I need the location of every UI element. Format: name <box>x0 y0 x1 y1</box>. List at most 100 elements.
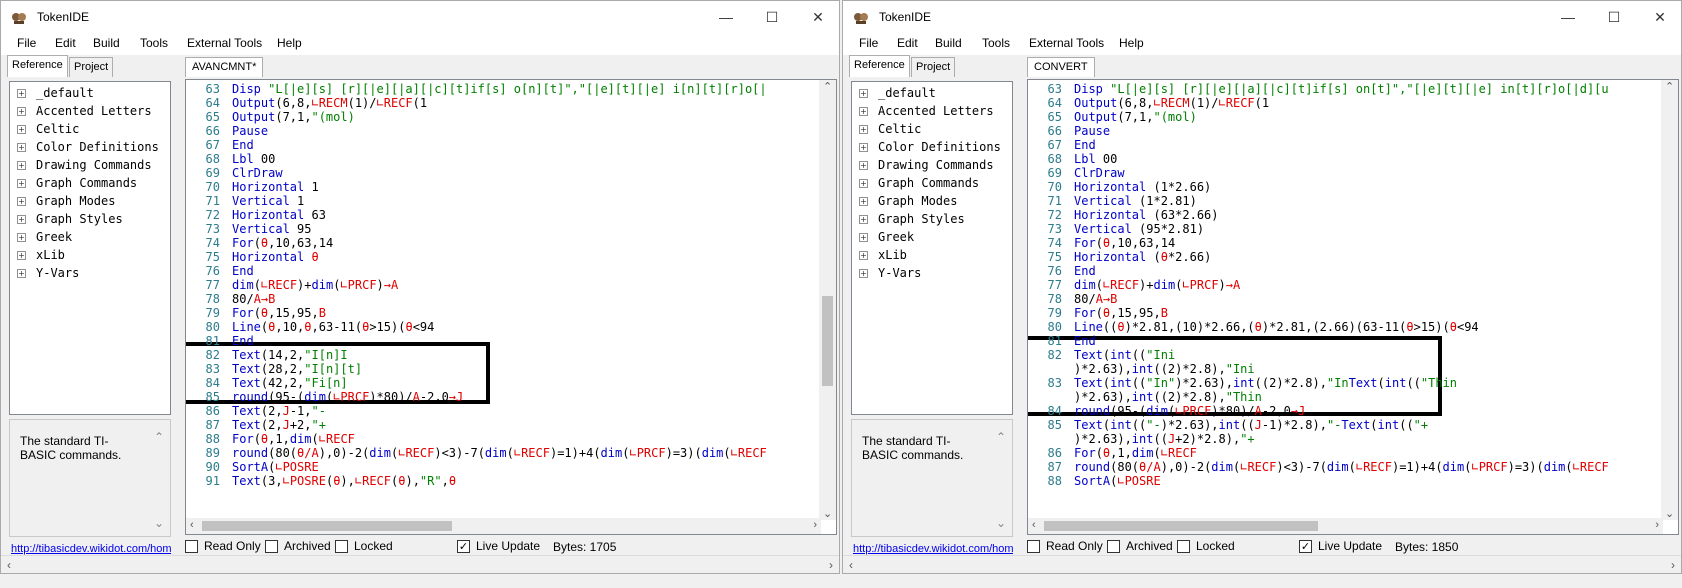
code-line[interactable]: Pause <box>1074 124 1110 138</box>
reference-link[interactable]: http://tibasicdev.wikidot.com/home <box>11 543 171 555</box>
expand-icon[interactable]: + <box>17 143 26 152</box>
menu-build[interactable]: Build <box>935 36 962 50</box>
horizontal-scrollbar[interactable]: ‹ › <box>1028 518 1663 534</box>
scroll-down-icon[interactable]: ⌄ <box>154 516 164 530</box>
code-line[interactable]: Text(int(("-)*2.63),int((J-1)*2.8),"-Tex… <box>1074 418 1428 432</box>
menu-help[interactable]: Help <box>1119 36 1144 50</box>
code-line[interactable]: Output(7,1,"(mol) <box>232 110 355 124</box>
expand-icon[interactable]: + <box>17 233 26 242</box>
reference-link[interactable]: http://tibasicdev.wikidot.com/home <box>853 543 1013 555</box>
expand-icon[interactable]: + <box>17 125 26 134</box>
code-line[interactable]: Text(int(("In")*2.63),int((2)*2.8),"InTe… <box>1074 376 1457 390</box>
code-line[interactable]: Output(6,8,∟RECM(1)/∟RECF(1 <box>1074 96 1269 110</box>
locked-checkbox[interactable]: Locked <box>335 539 393 553</box>
archived-checkbox[interactable]: Archived <box>265 539 331 553</box>
scroll-right-icon[interactable]: › <box>1655 519 1659 531</box>
code-line[interactable]: Horizontal (63*2.66) <box>1074 208 1219 222</box>
expand-icon[interactable]: + <box>859 161 868 170</box>
title-bar[interactable]: TokenIDE — ☐ ✕ <box>1 1 839 33</box>
code-line[interactable]: )*2.63),int((2)*2.8),"Ini <box>1074 362 1255 376</box>
tab-reference[interactable]: Reference <box>7 55 68 77</box>
code-line[interactable]: For(θ,1,dim(∟RECF <box>1074 446 1197 460</box>
expand-icon[interactable]: + <box>17 89 26 98</box>
read-only-checkbox[interactable]: Read Only <box>185 539 261 553</box>
code-line[interactable]: )*2.63),int((J+2)*2.8),"+ <box>1074 432 1255 446</box>
editor-tab[interactable]: CONVERT <box>1027 57 1095 77</box>
scroll-down-icon[interactable]: ⌄ <box>996 516 1006 530</box>
scroll-down-icon[interactable]: ⌄ <box>823 507 832 520</box>
scroll-left-icon[interactable]: ‹ <box>190 519 194 531</box>
code-line[interactable]: round(80(θ/A),0)-2(dim(∟RECF)<3)-7(dim(∟… <box>1074 460 1609 474</box>
maximize-button[interactable]: ☐ <box>749 1 795 33</box>
code-line[interactable]: For(θ,1,dim(∟RECF <box>232 432 355 446</box>
code-editor[interactable]: ⌃ ⌄ ‹ › 63 Disp "L[|e][s] [r][|e][|a][|c]… <box>1027 79 1679 535</box>
code-line[interactable]: For(θ,10,63,14 <box>1074 236 1175 250</box>
live-update-checkbox[interactable]: ✓ Live Update <box>1299 539 1382 553</box>
window-bottom-scrollbar[interactable]: ‹ › <box>1 555 839 573</box>
code-line[interactable]: Text(2,J-1,"- <box>232 404 326 418</box>
code-line[interactable]: Text(3,∟POSRE(θ),∟RECF(θ),"R",θ <box>232 474 456 488</box>
scroll-left-icon[interactable]: ‹ <box>7 558 11 572</box>
code-line[interactable]: Horizontal (1*2.66) <box>1074 180 1211 194</box>
vertical-scrollbar[interactable]: ⌃ ⌄ <box>819 80 836 520</box>
code-line[interactable]: dim(∟RECF)+dim(∟PRCF)→A <box>232 278 398 292</box>
code-line[interactable]: Text(14,2,"I[n]I <box>232 348 348 362</box>
vertical-scrollbar[interactable]: ⌃ ⌄ <box>1661 80 1678 520</box>
code-line[interactable]: Disp "L[|e][s] [r][|e][|a][|c][t]if[s] o… <box>232 82 767 96</box>
scroll-thumb[interactable] <box>202 521 452 531</box>
code-line[interactable]: Vertical (95*2.81) <box>1074 222 1204 236</box>
tab-project[interactable]: Project <box>911 57 956 77</box>
expand-icon[interactable]: + <box>17 179 26 188</box>
expand-icon[interactable]: + <box>859 125 868 134</box>
code-line[interactable]: For(θ,15,95,B <box>232 306 326 320</box>
code-line[interactable]: For(θ,10,63,14 <box>232 236 333 250</box>
code-line[interactable]: End <box>232 264 254 278</box>
live-update-checkbox[interactable]: ✓ Live Update <box>457 539 540 553</box>
tab-reference[interactable]: Reference <box>849 55 910 77</box>
expand-icon[interactable]: + <box>859 143 868 152</box>
code-editor[interactable]: ⌃ ⌄ ‹ › 63 Disp "L[|e][s] [r][|e][|a][|c]… <box>185 79 837 535</box>
scroll-up-icon[interactable]: ⌃ <box>1665 80 1674 93</box>
code-line[interactable]: Pause <box>232 124 268 138</box>
code-line[interactable]: Disp "L[|e][s] [r][|e][|a][|c][t]if[s] o… <box>1074 82 1609 96</box>
code-line[interactable]: End <box>232 138 254 152</box>
code-line[interactable]: )*2.63),int((2)*2.8),"Thin <box>1074 390 1262 404</box>
code-line[interactable]: Text(int(("Ini <box>1074 348 1175 362</box>
scroll-left-icon[interactable]: ‹ <box>1032 519 1036 531</box>
expand-icon[interactable]: + <box>859 179 868 188</box>
code-line[interactable]: Vertical 95 <box>232 222 311 236</box>
code-line[interactable]: round(95-(dim(∟PRCF)*80)/A-2,0→J <box>1074 404 1305 418</box>
minimize-button[interactable]: — <box>703 1 749 33</box>
minimize-button[interactable]: — <box>1545 1 1591 33</box>
menu-edit[interactable]: Edit <box>897 36 918 50</box>
code-line[interactable]: Line(θ,10,θ,63-11(θ>15)(θ<94 <box>232 320 434 334</box>
expand-icon[interactable]: + <box>17 197 26 206</box>
expand-icon[interactable]: + <box>859 197 868 206</box>
code-line[interactable]: Output(6,8,∟RECM(1)/∟RECF(1 <box>232 96 427 110</box>
code-line[interactable]: 80/A→B <box>232 292 275 306</box>
code-line[interactable]: Horizontal 1 <box>232 180 319 194</box>
scroll-up-icon[interactable]: ⌃ <box>154 430 164 444</box>
expand-icon[interactable]: + <box>859 233 868 242</box>
maximize-button[interactable]: ☐ <box>1591 1 1637 33</box>
code-line[interactable]: Vertical (1*2.81) <box>1074 194 1197 208</box>
code-line[interactable]: Line((θ)*2.81,(10)*2.66,(θ)*2.81,(2.66)(… <box>1074 320 1479 334</box>
expand-icon[interactable]: + <box>859 269 868 278</box>
menu-tools[interactable]: Tools <box>982 36 1010 50</box>
scroll-right-icon[interactable]: › <box>1671 558 1675 572</box>
expand-icon[interactable]: + <box>17 161 26 170</box>
menu-help[interactable]: Help <box>277 36 302 50</box>
code-line[interactable]: round(80(θ/A),0)-2(dim(∟RECF)<3)-7(dim(∟… <box>232 446 767 460</box>
menu-file[interactable]: File <box>17 36 36 50</box>
code-line[interactable]: Vertical 1 <box>232 194 304 208</box>
menu-external-tools[interactable]: External Tools <box>187 36 262 50</box>
code-line[interactable]: ClrDraw <box>1074 166 1125 180</box>
scroll-thumb[interactable] <box>822 296 833 386</box>
expand-icon[interactable]: + <box>17 107 26 116</box>
code-line[interactable]: Text(28,2,"I[n][t] <box>232 362 362 376</box>
archived-checkbox[interactable]: Archived <box>1107 539 1173 553</box>
menu-edit[interactable]: Edit <box>55 36 76 50</box>
expand-icon[interactable]: + <box>859 215 868 224</box>
code-line[interactable]: dim(∟RECF)+dim(∟PRCF)→A <box>1074 278 1240 292</box>
code-line[interactable]: Lbl 00 <box>232 152 275 166</box>
